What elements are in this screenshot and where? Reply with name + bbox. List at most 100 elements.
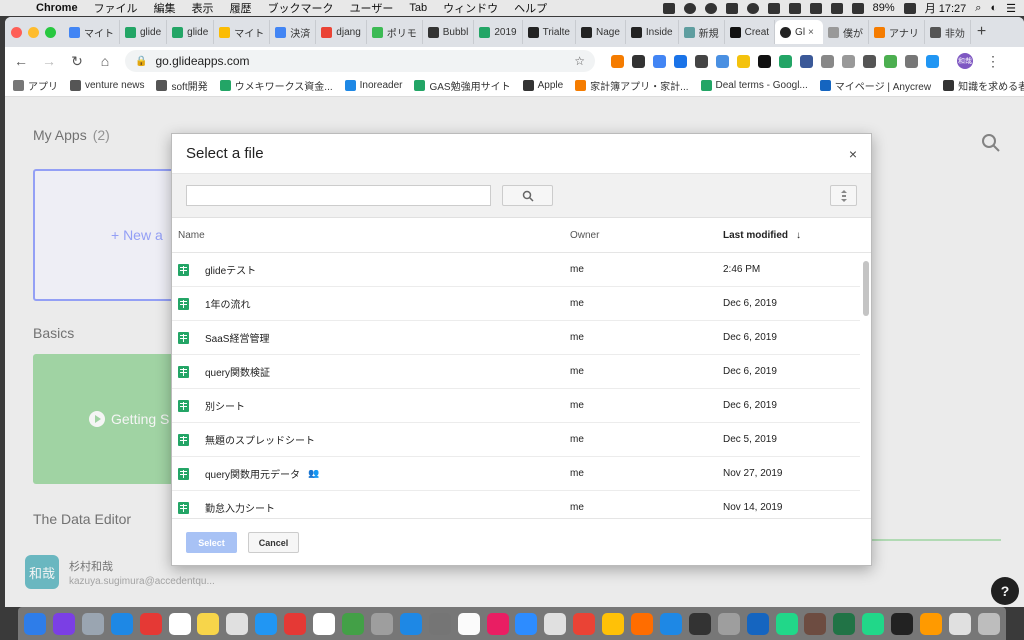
bookmark-item[interactable]: Inoreader	[344, 80, 402, 91]
wifi-icon[interactable]	[830, 2, 843, 14]
file-row[interactable]: query関数検証 me Dec 6, 2019	[172, 355, 860, 389]
dock-app-icon[interactable]	[428, 612, 451, 635]
dock-app-icon[interactable]	[139, 612, 162, 635]
bookmark-item[interactable]: Apple	[522, 80, 563, 91]
dock-app-icon[interactable]	[457, 612, 480, 635]
dock-app-icon[interactable]	[920, 612, 943, 635]
tab-10[interactable]: Nage	[576, 20, 626, 44]
tab-after-1[interactable]: アナリ	[869, 20, 925, 44]
dock-app-icon[interactable]	[891, 612, 914, 635]
menu-app-name[interactable]: Chrome	[28, 2, 86, 14]
extension-icon[interactable]	[716, 54, 729, 68]
sort-az-button[interactable]	[830, 185, 857, 206]
tab-after-2[interactable]: 非効	[925, 20, 971, 44]
menu-edit[interactable]: 編集	[146, 0, 184, 16]
input-method-icon[interactable]	[809, 2, 822, 14]
column-name[interactable]: Name	[172, 230, 570, 241]
scrollbar-thumb[interactable]	[863, 261, 869, 316]
tab-6[interactable]: ポリモ	[367, 20, 423, 44]
file-row[interactable]: 1年の流れ me Dec 6, 2019	[172, 287, 860, 321]
profile-avatar[interactable]: 和哉	[957, 53, 973, 69]
tab-close-icon[interactable]: ×	[808, 27, 814, 38]
extension-icon[interactable]	[632, 54, 645, 68]
dock-app-icon[interactable]	[804, 612, 827, 635]
dock-app-icon[interactable]	[81, 612, 104, 635]
extension-icon[interactable]	[758, 54, 771, 68]
file-row[interactable]: SaaS経営管理 me Dec 6, 2019	[172, 321, 860, 355]
extension-icon[interactable]	[884, 54, 897, 68]
dock-app-icon[interactable]	[631, 612, 654, 635]
dock-app-icon[interactable]	[602, 612, 625, 635]
chrome-menu-icon[interactable]: ⋮	[985, 53, 1001, 70]
battery-percent[interactable]: 89%	[873, 2, 895, 14]
tab-13[interactable]: Creat	[725, 20, 776, 44]
dock-app-icon[interactable]	[284, 612, 307, 635]
menu-window[interactable]: ウィンドウ	[435, 0, 506, 16]
extension-icon[interactable]	[800, 54, 813, 68]
bookmark-item[interactable]: マイページ | Anycrew	[819, 78, 931, 93]
menu-user[interactable]: ユーザー	[342, 0, 402, 16]
bookmark-star-icon[interactable]: ☆	[574, 54, 585, 68]
select-button[interactable]: Select	[186, 532, 237, 553]
file-row[interactable]: 無題のスプレッドシート me Dec 5, 2019	[172, 423, 860, 457]
tab-1[interactable]: glide	[120, 20, 168, 44]
dock-app-icon[interactable]	[313, 612, 336, 635]
bookmark-item[interactable]: Deal terms - Googl...	[700, 80, 808, 91]
dock-app-icon[interactable]	[168, 612, 191, 635]
column-owner[interactable]: Owner	[570, 230, 723, 241]
dock-app-icon[interactable]	[659, 612, 682, 635]
tab-active[interactable]: Gl ×	[775, 20, 824, 44]
bookmark-item[interactable]: 知識を求める者	[943, 78, 1024, 93]
dock-app-icon[interactable]	[544, 612, 567, 635]
battery-icon[interactable]	[903, 2, 916, 14]
bookmark-item[interactable]: アプリ	[13, 78, 58, 93]
tab-2[interactable]: glide	[167, 20, 215, 44]
extension-icon[interactable]	[926, 54, 939, 68]
dock-app-icon[interactable]	[226, 612, 249, 635]
back-icon[interactable]: ←	[13, 53, 29, 69]
close-icon[interactable]: ×	[849, 146, 857, 162]
reload-icon[interactable]: ↻	[69, 53, 85, 70]
siri-icon[interactable]: ◐	[990, 2, 997, 14]
menu-file[interactable]: ファイル	[86, 0, 146, 16]
extension-icon[interactable]	[842, 54, 855, 68]
search-button[interactable]	[502, 185, 553, 206]
menu-history[interactable]: 履歴	[222, 0, 260, 16]
bookmark-item[interactable]: soft開発	[156, 78, 208, 93]
extension-icon[interactable]	[674, 54, 687, 68]
dock-app-icon[interactable]	[197, 612, 220, 635]
tab-5[interactable]: djang	[316, 20, 367, 44]
dock-app-icon[interactable]	[977, 612, 1000, 635]
menu-bookmarks[interactable]: ブックマーク	[260, 0, 342, 16]
forward-icon[interactable]: →	[41, 53, 57, 69]
drop-icon[interactable]	[746, 2, 759, 14]
spotlight-icon[interactable]: ⌕	[975, 2, 981, 15]
menu-tab[interactable]: Tab	[401, 2, 435, 14]
dock-app-icon[interactable]	[486, 612, 509, 635]
lock-icon[interactable]: 🔒	[135, 56, 147, 67]
home-icon[interactable]: ⌂	[97, 53, 113, 69]
tab-12[interactable]: 新規	[679, 20, 725, 44]
bookmark-item[interactable]: ウメキワークス資金...	[219, 78, 333, 93]
dock-app-icon[interactable]	[515, 612, 538, 635]
tab-9[interactable]: Trialte	[523, 20, 576, 44]
extension-icon[interactable]	[695, 54, 708, 68]
extension-icon[interactable]	[779, 54, 792, 68]
dock-app-icon[interactable]	[399, 612, 422, 635]
bookmark-item[interactable]: GAS勉強用サイト	[414, 78, 511, 93]
dock-app-icon[interactable]	[833, 612, 856, 635]
file-row[interactable]: 別シート me Dec 6, 2019	[172, 389, 860, 423]
extension-icon[interactable]	[863, 54, 876, 68]
dropbox-icon[interactable]	[662, 2, 675, 14]
bookmark-item[interactable]: 家計簿アプリ・家計...	[575, 78, 689, 93]
dock-app-icon[interactable]	[717, 612, 740, 635]
new-tab-button[interactable]: +	[977, 23, 986, 41]
tab-after-0[interactable]: 僕が	[823, 20, 870, 44]
minimize-window-button[interactable]	[28, 26, 39, 38]
address-bar[interactable]: 🔒 go.glideapps.com ☆	[125, 50, 595, 72]
dock-app-icon[interactable]	[746, 612, 769, 635]
extension-icon[interactable]	[611, 54, 624, 68]
clock[interactable]: 月 17:27	[925, 0, 967, 16]
column-last-modified[interactable]: Last modified ↓	[723, 230, 801, 241]
zoom-window-button[interactable]	[45, 26, 56, 38]
